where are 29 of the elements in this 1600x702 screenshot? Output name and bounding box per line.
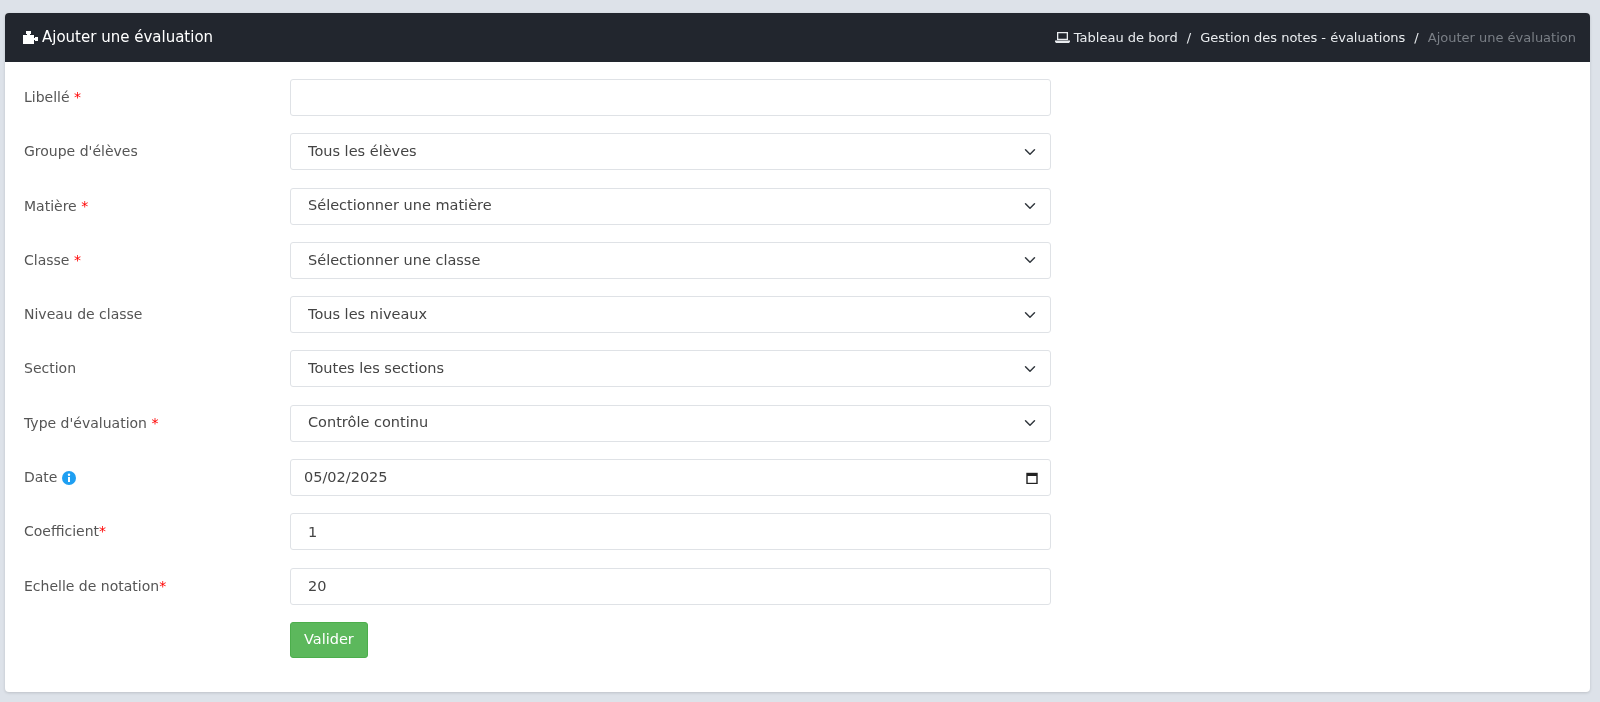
field-label: Niveau de classe: [24, 305, 143, 325]
breadcrumb-separator: /: [1414, 28, 1419, 47]
page-title: Ajouter une évaluation: [42, 27, 214, 49]
field-label: Matière *: [24, 196, 89, 216]
breadcrumb-link[interactable]: Tableau de bord: [1073, 27, 1178, 48]
select-field[interactable]: Contrôle continu: [290, 404, 1051, 442]
field-label: Type d'évaluation *: [24, 413, 159, 433]
select-field[interactable]: Sélectionner une matière: [290, 187, 1051, 225]
breadcrumb-link[interactable]: Gestion des notes - évaluations: [1200, 27, 1406, 48]
select-field[interactable]: Toutes les sections: [290, 350, 1051, 388]
field-label: Echelle de notation*: [24, 576, 167, 596]
input-field[interactable]: 20: [290, 567, 1051, 605]
select-field[interactable]: Sélectionner une classe: [290, 241, 1051, 279]
field-label: Section: [24, 359, 76, 379]
select-field[interactable]: Tous les élèves: [290, 133, 1051, 171]
date-field[interactable]: 05/02/2025: [290, 459, 1051, 497]
calendar-icon[interactable]: [1026, 471, 1038, 484]
puzzle-icon: [23, 30, 38, 45]
field-label: Date: [24, 468, 58, 488]
breadcrumb-current: Ajouter une évaluation: [1427, 28, 1576, 47]
breadcrumb-separator: /: [1186, 28, 1192, 47]
field-label: Coefficient*: [24, 522, 107, 542]
select-field[interactable]: Tous les niveaux: [290, 296, 1051, 334]
field-label: Groupe d'élèves: [24, 142, 138, 162]
field-label: Libellé *: [24, 88, 82, 107]
laptop-icon: [1054, 32, 1070, 43]
field-label: Classe *: [24, 250, 81, 270]
input-field[interactable]: 1: [290, 513, 1051, 551]
input-field[interactable]: [290, 79, 1051, 116]
